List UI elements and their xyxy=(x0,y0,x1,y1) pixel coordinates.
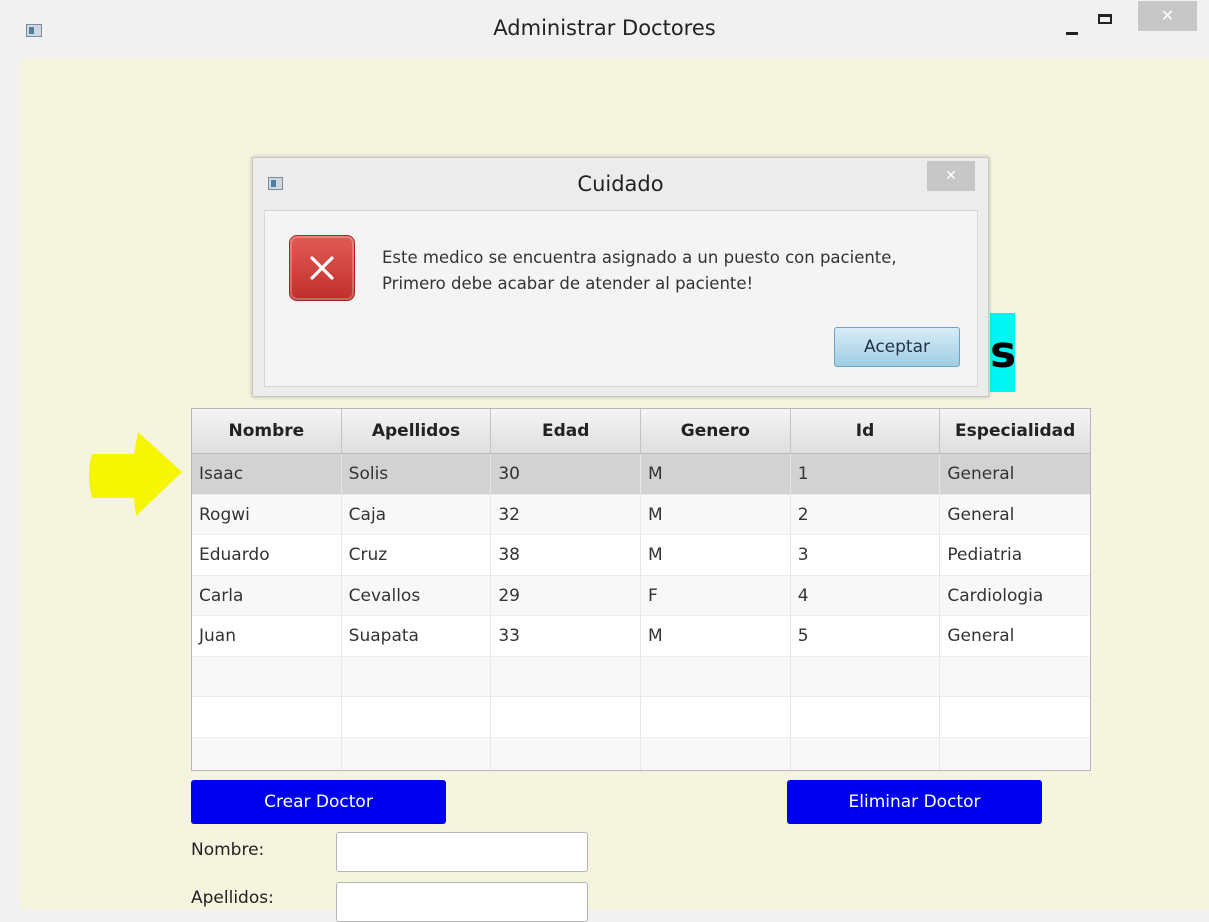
accept-button[interactable]: Aceptar xyxy=(834,327,960,367)
empty-cell xyxy=(192,737,342,770)
column-header-genero[interactable]: Genero xyxy=(641,409,791,453)
cell-edad: 29 xyxy=(491,575,642,615)
table-row[interactable]: Isaac Solis 30 M 1 General xyxy=(192,454,1090,495)
delete-doctor-button[interactable]: Eliminar Doctor xyxy=(787,780,1042,824)
empty-cell xyxy=(342,737,492,770)
column-header-nombre[interactable]: Nombre xyxy=(192,409,342,453)
maximize-button[interactable] xyxy=(1098,14,1112,24)
empty-cell xyxy=(940,697,1090,737)
empty-cell xyxy=(940,738,1090,771)
close-button[interactable]: ✕ xyxy=(1138,1,1197,31)
empty-cell xyxy=(192,656,342,696)
empty-cell xyxy=(491,697,642,737)
cell-apellidos: Cevallos xyxy=(342,575,492,615)
table-row[interactable]: Juan Suapata 33 M 5 General xyxy=(192,616,1090,657)
cell-especialidad: General xyxy=(947,626,1015,646)
cell-id: 2 xyxy=(791,494,941,534)
error-x-icon xyxy=(289,235,355,301)
cell-nombre: Carla xyxy=(192,575,342,615)
cell-apellidos: Caja xyxy=(342,494,492,534)
table-row[interactable]: Carla Cevallos 29 F 4 Cardiologia xyxy=(192,575,1090,616)
cell-especialidad: Pediatria xyxy=(947,545,1023,565)
cell-edad: 32 xyxy=(491,494,642,534)
dialog-close-button[interactable]: ✕ xyxy=(927,161,975,191)
annotation-arrow-icon xyxy=(89,432,182,516)
cell-id: 3 xyxy=(791,535,941,575)
doctors-table[interactable]: Nombre Apellidos Edad Genero Id Especial… xyxy=(191,408,1091,771)
cell-especialidad: Cardiologia xyxy=(947,585,1044,606)
empty-cell xyxy=(791,656,941,696)
table-row-empty xyxy=(192,656,1090,697)
empty-cell xyxy=(791,737,941,770)
cell-id: 5 xyxy=(791,616,941,656)
column-header-especialidad[interactable]: Especialidad xyxy=(940,409,1090,453)
dialog-title: Cuidado xyxy=(577,172,664,196)
dialog-message-line-2: Primero debe acabar de atender al pacien… xyxy=(382,274,754,293)
cell-genero: F xyxy=(641,575,791,615)
apellidos-label: Apellidos: xyxy=(191,888,274,908)
minimize-button[interactable] xyxy=(1066,32,1078,35)
warning-dialog: Cuidado ✕ Este medico se encuentra asign… xyxy=(252,157,989,397)
cell-nombre: Juan xyxy=(192,616,342,656)
empty-cell xyxy=(641,697,791,737)
dialog-message-line-1: Este medico se encuentra asignado a un p… xyxy=(382,248,897,267)
empty-cell xyxy=(192,697,342,737)
empty-cell xyxy=(791,697,941,737)
table-row-empty xyxy=(192,697,1090,738)
cell-genero: M xyxy=(641,494,791,534)
cell-genero: M xyxy=(641,454,791,494)
table-header: Nombre Apellidos Edad Genero Id Especial… xyxy=(192,409,1090,454)
dialog-body: Este medico se encuentra asignado a un p… xyxy=(264,210,978,387)
cell-edad: 33 xyxy=(491,616,642,656)
table-row[interactable]: Eduardo Cruz 38 M 3 Pediatria xyxy=(192,535,1090,576)
cell-id: 4 xyxy=(791,575,941,615)
empty-cell xyxy=(491,737,642,770)
cell-especialidad: General xyxy=(947,504,1015,525)
table-row-empty xyxy=(192,737,1090,771)
empty-cell xyxy=(342,697,492,737)
create-doctor-button[interactable]: Crear Doctor xyxy=(191,780,446,824)
cell-apellidos: Solis xyxy=(342,454,492,494)
column-header-edad[interactable]: Edad xyxy=(491,409,642,453)
nombre-label: Nombre: xyxy=(191,840,265,860)
cell-edad: 30 xyxy=(491,454,642,494)
cell-nombre: Eduardo xyxy=(192,535,342,575)
nombre-input[interactable] xyxy=(336,832,588,872)
page-heading-fragment: s xyxy=(990,313,1015,392)
cell-especialidad: General xyxy=(947,464,1015,484)
empty-cell xyxy=(641,656,791,696)
column-header-apellidos[interactable]: Apellidos xyxy=(342,409,492,453)
window-title: Administrar Doctores xyxy=(493,16,716,40)
cell-apellidos: Cruz xyxy=(342,535,492,575)
cell-genero: M xyxy=(641,535,791,575)
apellidos-input[interactable] xyxy=(336,882,588,922)
cell-nombre: Rogwi xyxy=(192,494,342,534)
cell-nombre: Isaac xyxy=(192,454,342,494)
empty-cell xyxy=(641,737,791,770)
table-row[interactable]: Rogwi Caja 32 M 2 General xyxy=(192,494,1090,535)
dialog-message: Este medico se encuentra asignado a un p… xyxy=(382,245,897,297)
empty-cell xyxy=(940,657,1090,697)
cell-id: 1 xyxy=(791,454,941,494)
window-title-bar: Administrar Doctores ✕ xyxy=(0,0,1209,58)
cell-apellidos: Suapata xyxy=(342,616,492,656)
cell-edad: 38 xyxy=(491,535,642,575)
cell-genero: M xyxy=(641,616,791,656)
empty-cell xyxy=(342,656,492,696)
empty-cell xyxy=(491,656,642,696)
column-header-id[interactable]: Id xyxy=(791,409,941,453)
